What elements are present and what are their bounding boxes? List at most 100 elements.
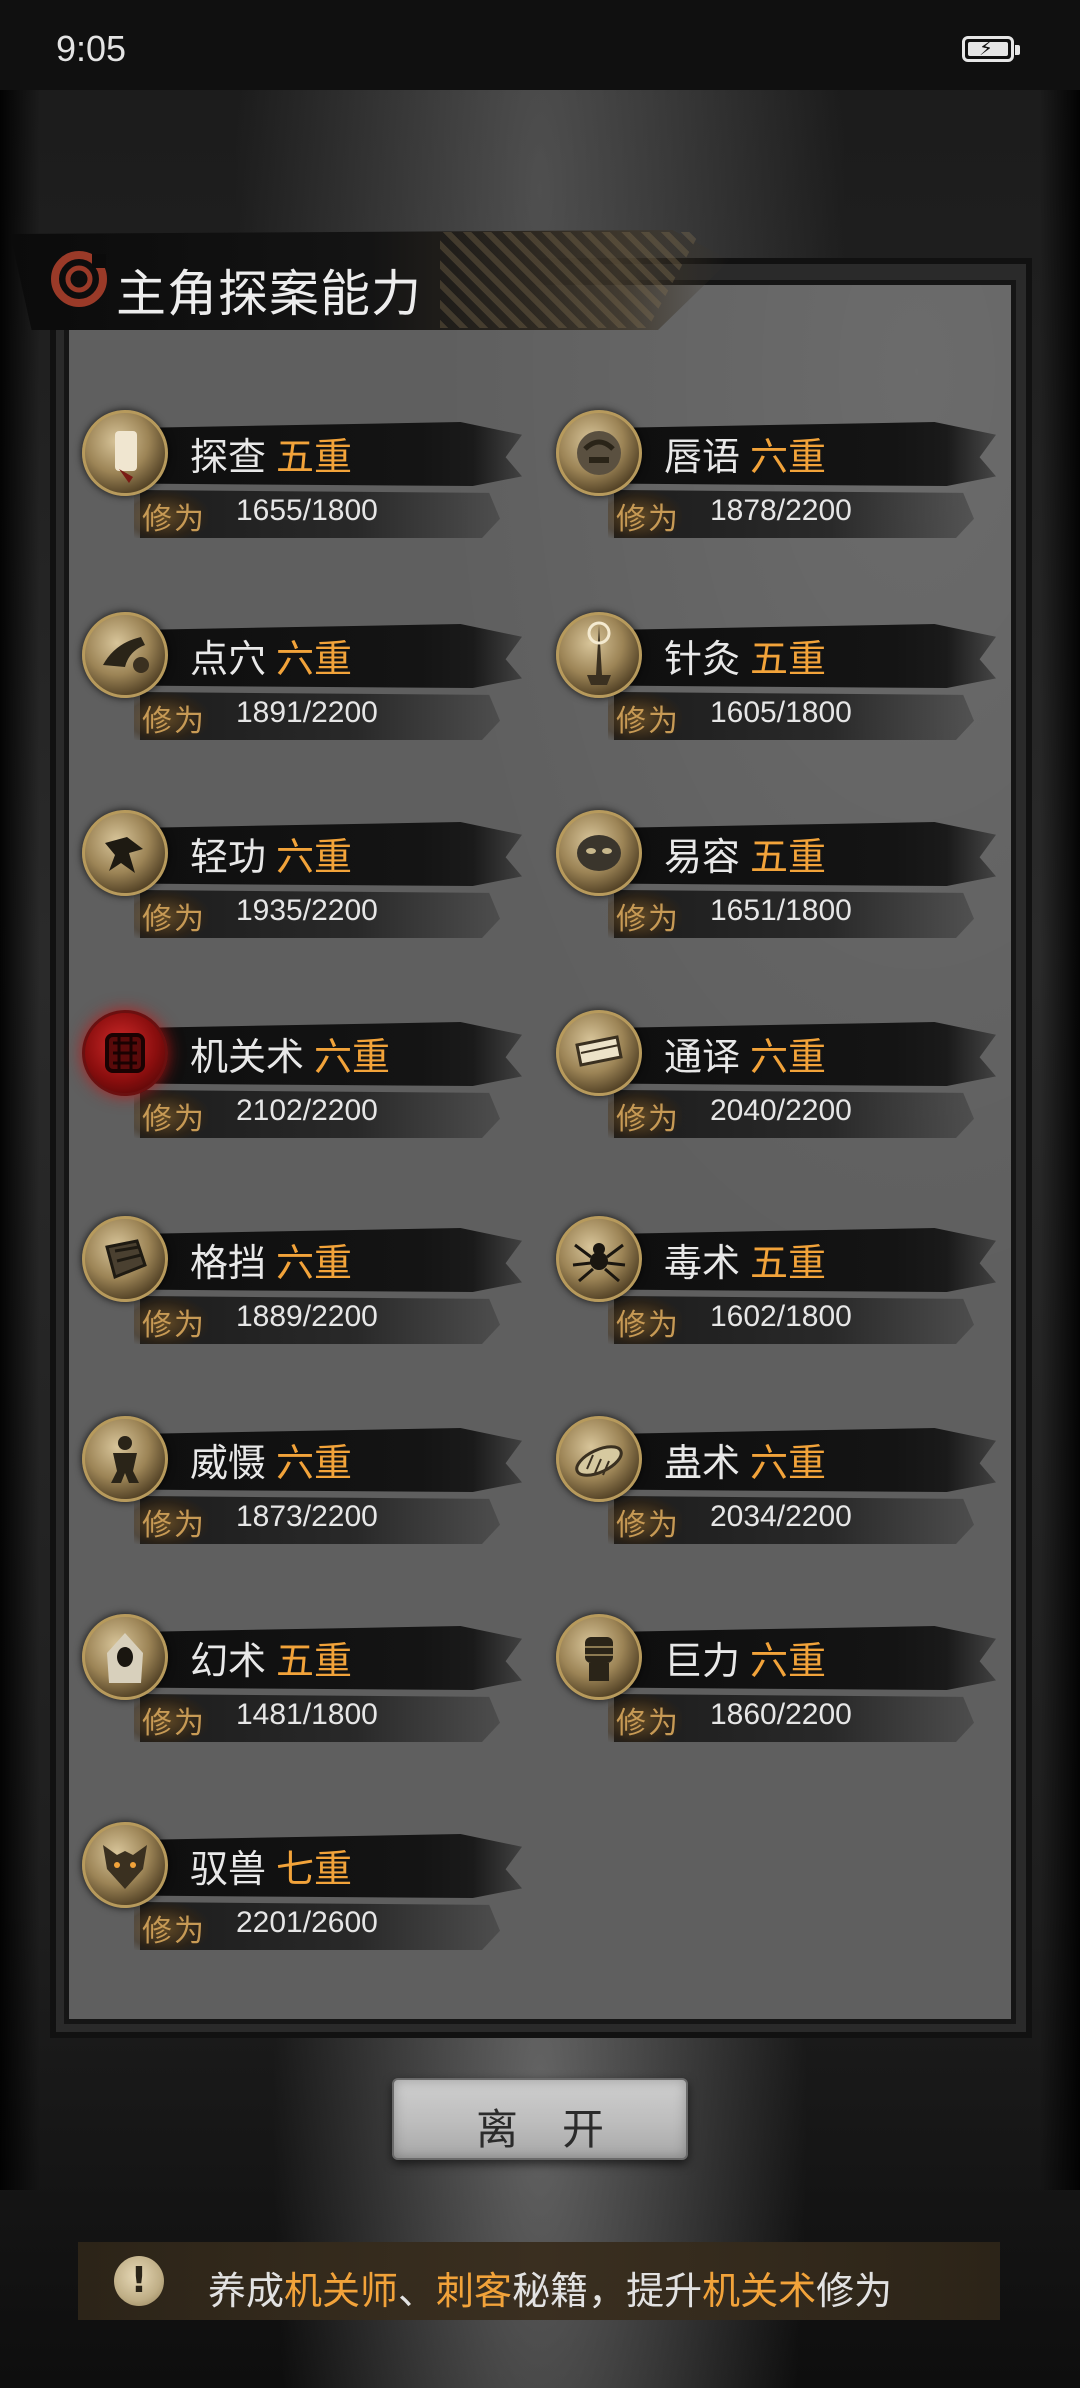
skill-name: 机关术 六重 bbox=[190, 1026, 390, 1081]
skill-card[interactable]: 威慑 六重 修为 1873/2200 bbox=[82, 1416, 522, 1552]
skill-progress: 2034/2200 bbox=[710, 1500, 852, 1533]
skill-title: 威慑 bbox=[190, 1441, 267, 1485]
skill-progress: 2201/2600 bbox=[236, 1906, 378, 1939]
mask-icon bbox=[556, 810, 642, 896]
skill-card[interactable]: 蛊术 六重修为 2034/2200 bbox=[556, 1416, 996, 1552]
skill-name: 毒术 五重 bbox=[664, 1232, 826, 1287]
skill-name: 轻功 六重 bbox=[190, 826, 352, 881]
skill-title: 针灸 bbox=[664, 637, 741, 681]
wolf-icon bbox=[82, 1822, 168, 1908]
skill-name: 幻术 五重 bbox=[190, 1630, 352, 1685]
skill-card[interactable]: 驭兽 七重 修为 2201/2600 bbox=[82, 1822, 522, 1958]
skill-progress: 1605/1800 bbox=[710, 696, 852, 729]
skill-name: 点穴 六重 bbox=[190, 628, 352, 683]
left-shade bbox=[0, 90, 40, 2190]
status-time: 9:05 bbox=[56, 28, 127, 69]
skill-cultivation-label: 修为 bbox=[616, 1706, 680, 1741]
skill-progress: 1481/1800 bbox=[236, 1698, 378, 1731]
skill-level: 六重 bbox=[276, 1241, 353, 1285]
skill-name: 易容 五重 bbox=[664, 826, 826, 881]
skill-card[interactable]: 通译 六重 修为 2040/2200 bbox=[556, 1010, 996, 1146]
skill-title: 唇语 bbox=[664, 435, 741, 479]
skill-name: 格挡 六重 bbox=[190, 1232, 352, 1287]
skill-title: 驭兽 bbox=[190, 1847, 267, 1891]
skill-progress: 1878/2200 bbox=[710, 494, 852, 527]
tip-text: 养成机关师、刺客秘籍，提升机关术修为 bbox=[208, 2260, 892, 2315]
book-scroll-icon bbox=[556, 1010, 642, 1096]
skill-level: 六重 bbox=[276, 1441, 353, 1485]
battery-charging-icon: ⚡ bbox=[962, 36, 1020, 62]
skill-cultivation-label: 修为 bbox=[142, 502, 206, 537]
swirl-emblem-icon bbox=[51, 251, 107, 307]
tip-highlight: 机关术 bbox=[702, 2269, 817, 2313]
skill-level: 六重 bbox=[750, 1639, 827, 1683]
leaping-figure-icon bbox=[82, 810, 168, 896]
skill-cultivation-label: 修为 bbox=[142, 902, 206, 937]
skill-cultivation-label: 修为 bbox=[616, 1102, 680, 1137]
skill-progress: 1889/2200 bbox=[236, 1300, 378, 1333]
skill-name: 驭兽 七重 bbox=[190, 1838, 352, 1893]
skill-name: 唇语 六重 bbox=[664, 426, 826, 481]
skill-cultivation-label: 修为 bbox=[142, 1308, 206, 1343]
skill-title: 探查 bbox=[190, 435, 267, 479]
skill-card[interactable]: 机关术 六重修为 2102/2200 bbox=[82, 1010, 522, 1146]
skill-title: 毒术 bbox=[664, 1241, 741, 1285]
skill-title: 机关术 bbox=[190, 1035, 305, 1079]
skill-cultivation-label: 修为 bbox=[616, 502, 680, 537]
tip-highlight: 刺客 bbox=[436, 2269, 513, 2313]
skill-card[interactable]: 针灸 五重修为 1605/1800 bbox=[556, 612, 996, 748]
tip-segment: 修为 bbox=[816, 2269, 893, 2313]
skill-cultivation-label: 修为 bbox=[616, 1508, 680, 1543]
right-shade bbox=[1040, 90, 1080, 2190]
leave-button[interactable]: 离开 bbox=[392, 2078, 688, 2160]
skill-card[interactable]: 幻术 五重修为 1481/1800 bbox=[82, 1614, 522, 1750]
tip-bar: ! 养成机关师、刺客秘籍，提升机关术修为 bbox=[78, 2242, 1000, 2320]
skill-level: 六重 bbox=[750, 1441, 827, 1485]
skill-progress: 1873/2200 bbox=[236, 1500, 378, 1533]
larva-icon bbox=[556, 1416, 642, 1502]
skill-title: 幻术 bbox=[190, 1639, 267, 1683]
skill-card[interactable]: 探查 五重修为 1655/1800 bbox=[82, 410, 522, 546]
skill-level: 五重 bbox=[750, 835, 827, 879]
mechanism-icon bbox=[82, 1010, 168, 1096]
skill-level: 五重 bbox=[276, 1639, 353, 1683]
hand-icon bbox=[82, 612, 168, 698]
skill-card[interactable]: 点穴 六重修为 1891/2200 bbox=[82, 612, 522, 748]
tip-segment: 秘籍，提升 bbox=[512, 2269, 703, 2313]
skill-level: 五重 bbox=[276, 435, 353, 479]
page-title: 主角探案能力 bbox=[116, 265, 422, 323]
spider-icon bbox=[556, 1216, 642, 1302]
skill-progress: 1891/2200 bbox=[236, 696, 378, 729]
skill-level: 六重 bbox=[314, 1035, 391, 1079]
skill-card[interactable]: 巨力 六重 修为 1860/2200 bbox=[556, 1614, 996, 1750]
skill-progress: 1655/1800 bbox=[236, 494, 378, 527]
skill-cultivation-label: 修为 bbox=[616, 1308, 680, 1343]
skill-level: 七重 bbox=[276, 1847, 353, 1891]
skill-card[interactable]: 轻功 六重修为 1935/2200 bbox=[82, 810, 522, 946]
skill-level: 五重 bbox=[750, 637, 827, 681]
skill-card[interactable]: 唇语 六重修为 1878/2200 bbox=[556, 410, 996, 546]
skill-title: 蛊术 bbox=[664, 1441, 741, 1485]
skill-progress: 1935/2200 bbox=[236, 894, 378, 927]
skill-level: 五重 bbox=[750, 1241, 827, 1285]
exclamation-icon: ! bbox=[114, 2256, 164, 2306]
skill-progress: 2102/2200 bbox=[236, 1094, 378, 1127]
skill-title: 点穴 bbox=[190, 637, 267, 681]
skill-cultivation-label: 修为 bbox=[616, 704, 680, 739]
hooded-figure-icon bbox=[82, 1614, 168, 1700]
skill-title: 巨力 bbox=[664, 1639, 741, 1683]
skill-name: 通译 六重 bbox=[664, 1026, 826, 1081]
face-icon bbox=[556, 410, 642, 496]
skill-cultivation-label: 修为 bbox=[142, 704, 206, 739]
bracer-icon bbox=[82, 1216, 168, 1302]
skill-cultivation-label: 修为 bbox=[142, 1102, 206, 1137]
skill-name: 蛊术 六重 bbox=[664, 1432, 826, 1487]
skill-card[interactable]: 易容 五重 修为 1651/1800 bbox=[556, 810, 996, 946]
skill-cultivation-label: 修为 bbox=[142, 1706, 206, 1741]
skill-card[interactable]: 毒术 五重 修为 1602/1800 bbox=[556, 1216, 996, 1352]
fist-icon bbox=[556, 1614, 642, 1700]
leave-button-label: 离开 bbox=[475, 2105, 648, 2154]
skill-title: 轻功 bbox=[190, 835, 267, 879]
skill-card[interactable]: 格挡 六重修为 1889/2200 bbox=[82, 1216, 522, 1352]
tip-highlight: 机关师 bbox=[284, 2269, 399, 2313]
